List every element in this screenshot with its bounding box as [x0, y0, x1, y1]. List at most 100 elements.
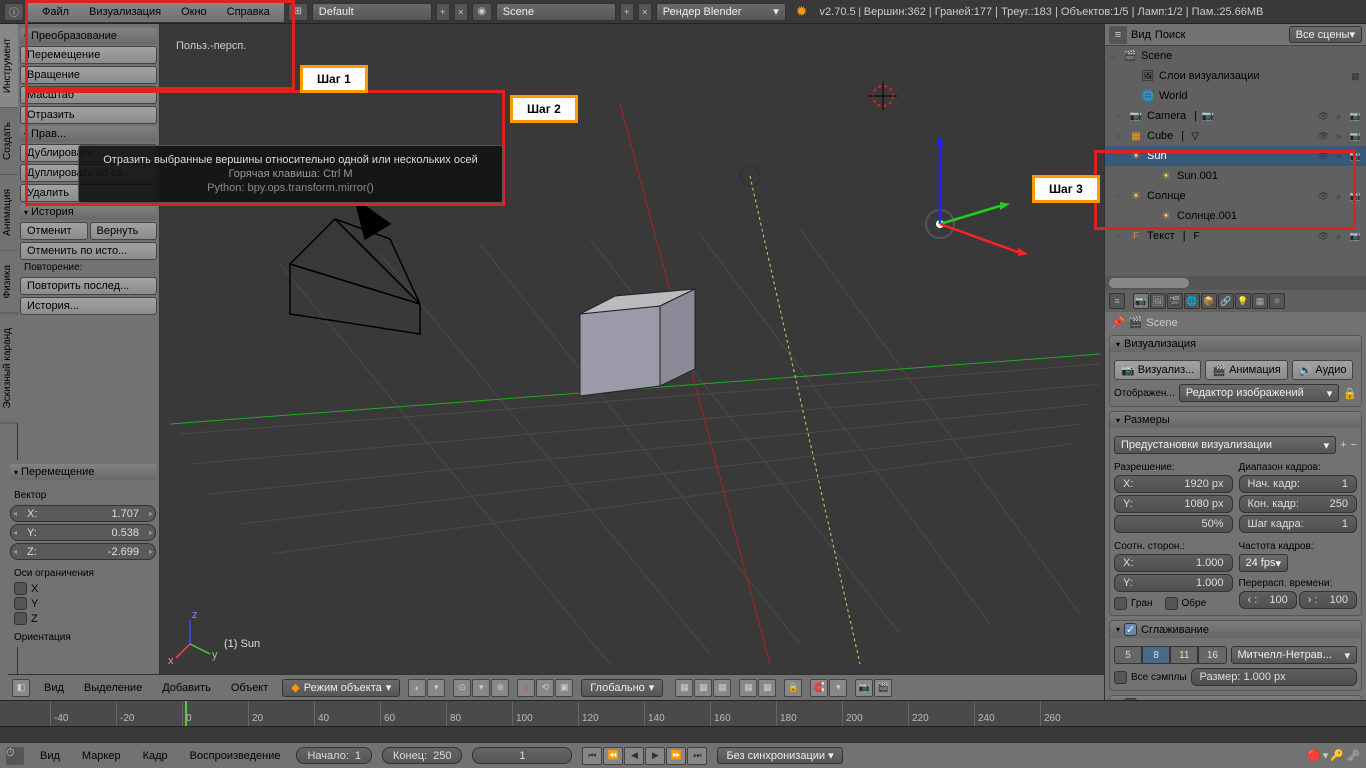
tab-tool[interactable]: Инструмент [0, 24, 18, 108]
aspect-y[interactable]: Y:1.000 [1114, 574, 1233, 592]
del-scene[interactable]: × [638, 3, 652, 21]
remap-old[interactable]: ‹ :100 [1239, 591, 1297, 609]
preset-del[interactable]: − [1351, 439, 1357, 451]
translate-button[interactable]: Перемещение [20, 46, 157, 64]
outliner-filter[interactable]: Все сцены ▾ [1289, 26, 1362, 43]
editor-icon[interactable]: ◧ [12, 679, 30, 697]
snap-dd[interactable]: ▾ [829, 679, 847, 697]
outliner-scrollbar[interactable] [1105, 276, 1366, 290]
constraint-z[interactable]: Z [10, 611, 156, 626]
play[interactable]: ▶ [645, 747, 665, 765]
full-sample-cb[interactable] [1114, 671, 1127, 684]
orientation-dropdown[interactable]: Глобально▾ [581, 679, 663, 697]
scale-button[interactable]: Масштаб [20, 86, 157, 104]
menu-window[interactable]: Окно [171, 4, 217, 20]
tab-texture[interactable]: ▦ [1252, 293, 1268, 309]
border-cb[interactable] [1114, 597, 1127, 610]
section-render[interactable]: Визуализация [1110, 336, 1361, 352]
jump-start[interactable]: ⏮ [582, 747, 602, 765]
tab-pencil[interactable]: Эскизный каранд [0, 314, 18, 423]
undo-history-button[interactable]: Отменить по исто... [20, 242, 157, 260]
aa-samples[interactable]: 5 8 11 16 [1114, 646, 1227, 664]
frame-step[interactable]: Шаг кадра:1 [1239, 515, 1358, 533]
mode-dropdown[interactable]: ◆Режим объекта▾ [282, 679, 400, 697]
panel-transform[interactable]: Преобразование [20, 28, 157, 44]
fps-dropdown[interactable]: 24 fps▾ [1239, 554, 1289, 572]
section-dimensions[interactable]: Размеры [1110, 412, 1361, 428]
redo-button[interactable]: Вернуть [90, 222, 158, 240]
tab-scene[interactable]: 🎬 [1167, 293, 1183, 309]
del-layout[interactable]: × [454, 3, 468, 21]
res-y[interactable]: Y:1080 px [1114, 495, 1233, 513]
timeline-ruler[interactable]: -40-200204060801001201401601802002202402… [0, 701, 1366, 727]
preset-add[interactable]: + [1340, 439, 1346, 451]
mirror-button[interactable]: Отразить [20, 106, 157, 124]
tl-end[interactable]: Конец:250 [382, 747, 462, 764]
remap-new[interactable]: › :100 [1299, 591, 1357, 609]
scene-dropdown[interactable]: Scene [496, 3, 616, 21]
outliner[interactable]: ⊖🎬Scene 🖼Слои визуализации▦ 🌐World ⊕📷Cam… [1105, 46, 1366, 276]
tl-playback[interactable]: Воспроизведение [184, 748, 287, 764]
tl-current[interactable]: 1 [472, 747, 572, 764]
shading-icon[interactable]: ◐ [408, 679, 426, 697]
layout-icon[interactable]: ⊞ [288, 3, 308, 21]
vh-object[interactable]: Объект [225, 680, 274, 696]
menu-file[interactable]: Файл [32, 4, 79, 20]
timeline-editor-icon[interactable]: ⏱ [6, 747, 24, 765]
audio-button[interactable]: 🔊Аудио [1292, 360, 1354, 380]
constraint-y[interactable]: Y [10, 596, 156, 611]
panel-edit[interactable]: Прав... [20, 126, 157, 142]
render-engine-dropdown[interactable]: Рендер Blender▾ [656, 3, 786, 21]
manip-rotate[interactable]: ⟲ [536, 679, 554, 697]
keyframe-next[interactable]: ⏩ [666, 747, 686, 765]
scene-icon[interactable]: ◉ [472, 3, 492, 21]
panel-history[interactable]: История [20, 204, 157, 220]
screen-layout-dropdown[interactable]: Default [312, 3, 432, 21]
add-scene[interactable]: + [620, 3, 634, 21]
section-aa[interactable]: ✓Сглаживание [1110, 621, 1361, 638]
layers[interactable]: ▦▦▦ ▦▦ [675, 679, 776, 697]
aa-filter[interactable]: Митчелл-Нетрав...▾ [1231, 646, 1358, 664]
keying-dd[interactable]: ▾ [1323, 749, 1329, 762]
aa-size[interactable]: Размер: 1.000 px [1191, 668, 1357, 686]
autokey[interactable]: 🔴 [1307, 749, 1321, 762]
key-insert[interactable]: 🔑 [1330, 749, 1344, 762]
vh-add[interactable]: Добавить [156, 680, 217, 696]
vh-view[interactable]: Вид [38, 680, 70, 696]
shading-dd[interactable]: ▾ [427, 679, 445, 697]
pivot-icon[interactable]: ⊙ [453, 679, 471, 697]
tab-physics[interactable]: Физика [0, 251, 18, 314]
tl-view[interactable]: Вид [34, 748, 66, 764]
outliner-search[interactable]: Поиск [1155, 29, 1185, 41]
tl-marker[interactable]: Маркер [76, 748, 127, 764]
tab-animation[interactable]: Анимация [0, 175, 18, 251]
tab-layers[interactable]: 🖼 [1150, 293, 1166, 309]
lock-ui[interactable]: 🔒 [1343, 387, 1357, 400]
pivot-dd[interactable]: ▾ [472, 679, 490, 697]
operator-header[interactable]: Перемещение [10, 464, 156, 480]
sync-dropdown[interactable]: Без синхронизации ▾ [717, 747, 842, 764]
play-reverse[interactable]: ◀ [624, 747, 644, 765]
keyframe-prev[interactable]: ⏪ [603, 747, 623, 765]
tab-object[interactable]: 📦 [1201, 293, 1217, 309]
tl-start[interactable]: Начало:1 [296, 747, 372, 764]
display-dropdown[interactable]: Редактор изображений▾ [1179, 384, 1340, 402]
clap-icon[interactable]: 🎬 [874, 679, 892, 697]
vector-x[interactable]: X:1.707 [10, 505, 156, 522]
tab-create[interactable]: Создать [0, 108, 18, 175]
vector-z[interactable]: Z:-2.699 [10, 543, 156, 560]
aspect-x[interactable]: X:1.000 [1114, 554, 1233, 572]
menu-render[interactable]: Визуализация [79, 4, 171, 20]
lock-icon[interactable]: 🔒 [784, 679, 802, 697]
vh-select[interactable]: Выделение [78, 680, 148, 696]
tab-constraint[interactable]: 🔗 [1218, 293, 1234, 309]
menu-help[interactable]: Справка [217, 4, 280, 20]
render-icon[interactable]: 📷 [855, 679, 873, 697]
crop-cb[interactable] [1165, 597, 1178, 610]
history-button[interactable]: История... [20, 297, 157, 315]
tab-world[interactable]: 🌐 [1184, 293, 1200, 309]
snap-icon[interactable]: 🧲 [810, 679, 828, 697]
tab-render[interactable]: 📷 [1133, 293, 1149, 309]
prop-editor-icon[interactable]: ≡ [1109, 293, 1125, 309]
res-pct[interactable]: 50% [1114, 515, 1233, 533]
